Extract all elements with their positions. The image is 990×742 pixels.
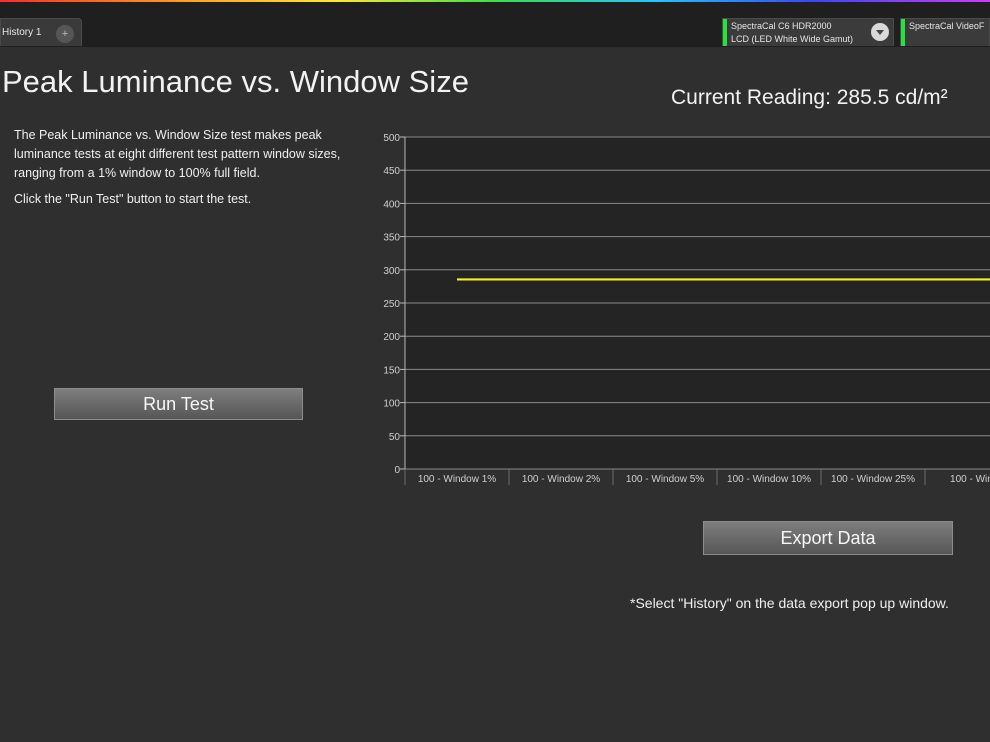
chevron-down-icon[interactable] bbox=[871, 23, 889, 41]
device-status-indicator bbox=[901, 19, 905, 46]
y-tick-label: 150 bbox=[383, 365, 400, 376]
tab-history-label: History 1 bbox=[2, 27, 42, 38]
y-tick-label: 200 bbox=[383, 332, 400, 343]
y-tick-label: 50 bbox=[389, 432, 401, 443]
x-tick-label: 100 - Windo bbox=[950, 474, 990, 485]
current-reading: Current Reading: 285.5 cd/m² bbox=[671, 86, 948, 109]
test-description: The Peak Luminance vs. Window Size test … bbox=[14, 126, 350, 216]
y-tick-label: 400 bbox=[383, 199, 400, 210]
app-window: History 1 + SpectraCal C6 HDR2000 LCD (L… bbox=[0, 0, 990, 742]
y-tick-label: 300 bbox=[383, 266, 400, 277]
tab-history-1[interactable]: History 1 + bbox=[0, 18, 82, 46]
y-tick-label: 350 bbox=[383, 233, 400, 244]
description-paragraph: The Peak Luminance vs. Window Size test … bbox=[14, 128, 341, 180]
add-tab-icon[interactable]: + bbox=[56, 25, 74, 43]
y-tick-label: 450 bbox=[383, 166, 400, 177]
luminance-chart: 0 50 100 150 200 250 300 350 400 450 500 100 - Wind… bbox=[383, 133, 990, 485]
x-tick-label: 100 - Window 1% bbox=[418, 474, 496, 485]
plot-area bbox=[405, 137, 990, 469]
y-tick-label: 500 bbox=[383, 133, 400, 144]
y-tick-label: 100 bbox=[383, 399, 400, 410]
device-name: SpectraCal VideoF bbox=[909, 21, 985, 31]
x-tick-label: 100 - Window 2% bbox=[522, 474, 600, 485]
export-data-button[interactable]: Export Data bbox=[703, 521, 953, 555]
x-tick-label: 100 - Window 5% bbox=[626, 474, 704, 485]
page-title: Peak Luminance vs. Window Size bbox=[2, 64, 469, 99]
export-note: *Select "History" on the data export pop… bbox=[630, 595, 949, 611]
device-card-meter[interactable]: SpectraCal C6 HDR2000 LCD (LED White Wid… bbox=[722, 18, 894, 46]
device-card-generator[interactable]: SpectraCal VideoF bbox=[900, 18, 990, 46]
y-tick-label: 0 bbox=[394, 465, 400, 476]
device-status-indicator bbox=[723, 19, 727, 46]
x-tick-label: 100 - Window 25% bbox=[831, 474, 915, 485]
x-tick-label: 100 - Window 10% bbox=[727, 474, 811, 485]
device-name: SpectraCal C6 HDR2000 bbox=[731, 21, 832, 31]
device-mode: LCD (LED White Wide Gamut) bbox=[731, 34, 854, 44]
description-paragraph: Click the "Run Test" button to start the… bbox=[14, 192, 252, 206]
run-test-button[interactable]: Run Test bbox=[54, 388, 303, 420]
y-tick-label: 250 bbox=[383, 299, 400, 310]
